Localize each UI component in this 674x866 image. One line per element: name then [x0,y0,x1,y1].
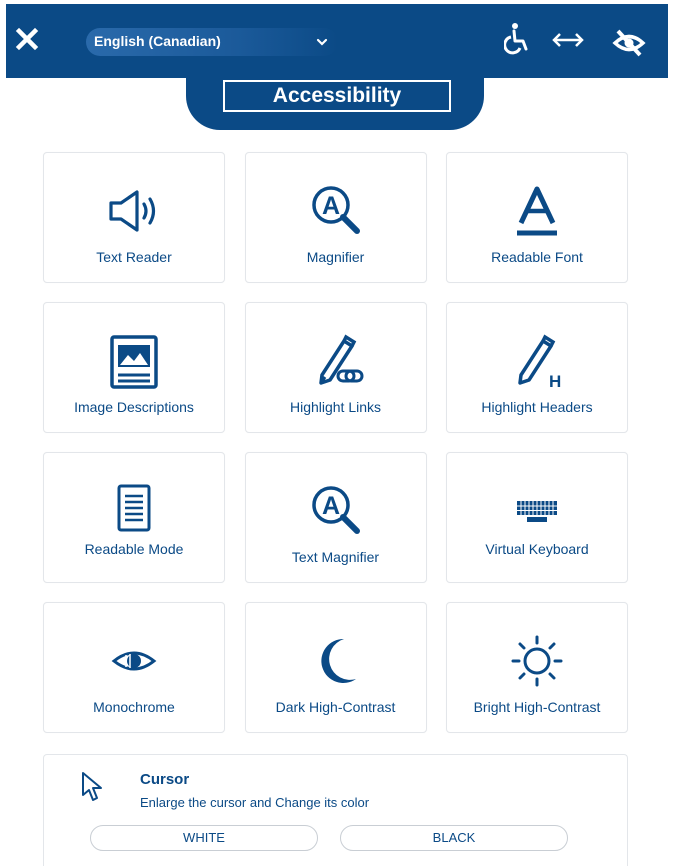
close-icon [15,27,39,51]
feature-text-magnifier[interactable]: A Text Magnifier [244,452,427,583]
speaker-icon [109,190,156,232]
cursor-title: Cursor [140,771,190,788]
eye-icon [111,651,157,671]
language-value: English (Canadian) [94,33,221,49]
text-magnifier-icon: A [311,486,360,534]
hide-widget-button[interactable] [612,28,646,63]
feature-text-reader[interactable]: Text Reader [43,152,225,283]
feature-label: Highlight Links [289,399,382,415]
page-title: Accessibility [223,80,451,112]
feature-label: Text Reader [96,249,172,265]
feature-highlight-links[interactable]: Highlight Links [244,302,427,433]
feature-readable-mode[interactable]: Readable Mode [43,452,225,583]
svg-text:H: H [549,372,561,389]
image-icon [110,335,158,389]
feature-label: Dark High-Contrast [275,699,396,715]
cursor-white-button[interactable]: WHITE [90,825,318,851]
feature-label: Text Magnifier [291,549,380,565]
feature-label: Virtual Keyboard [485,541,589,557]
magnifier-icon: A [311,186,360,234]
feature-label: Magnifier [306,249,365,265]
letter-a-icon [517,186,557,236]
accessibility-statement-button[interactable] [503,22,530,61]
svg-text:A: A [321,492,339,520]
feature-virtual-keyboard[interactable]: Virtual Keyboard [446,452,628,583]
pen-heading-icon: H [518,334,561,389]
pen-link-icon [318,334,363,385]
cursor-black-button[interactable]: BLACK [340,825,568,851]
feature-readable-font[interactable]: Readable Font [446,152,628,283]
keyboard-icon [517,501,557,522]
feature-label: Highlight Headers [481,399,593,415]
eye-slash-icon [612,29,646,57]
feature-grid: Text Reader A Magnifier Readable Font Im… [43,152,628,733]
feature-highlight-headers[interactable]: H Highlight Headers [446,302,628,433]
chevron-down-icon [316,38,328,46]
feature-image-descriptions[interactable]: Image Descriptions [43,302,225,433]
feature-bright-high-contrast[interactable]: Bright High-Contrast [446,602,628,733]
feature-label: Readable Font [491,249,583,265]
moon-icon [320,638,356,683]
feature-dark-high-contrast[interactable]: Dark High-Contrast [244,602,427,733]
wheelchair-icon [503,23,528,55]
feature-label: Readable Mode [84,541,184,557]
feature-label: Image Descriptions [74,399,194,415]
close-button[interactable] [12,24,42,54]
toggle-width-button[interactable] [551,30,585,55]
language-select[interactable]: English (Canadian) [86,28,338,56]
sun-icon [511,635,563,687]
svg-text:A: A [321,192,339,220]
cursor-description: Enlarge the cursor and Change its color [140,795,370,810]
feature-label: Bright High-Contrast [473,699,601,715]
document-icon [117,484,151,532]
feature-monochrome[interactable]: Monochrome [43,602,225,733]
horizontal-arrows-icon [552,33,584,47]
cursor-panel: Cursor Enlarge the cursor and Change its… [43,754,628,866]
feature-label: Monochrome [93,699,175,715]
cursor-arrow-icon [82,772,102,801]
feature-magnifier[interactable]: A Magnifier [244,152,427,283]
